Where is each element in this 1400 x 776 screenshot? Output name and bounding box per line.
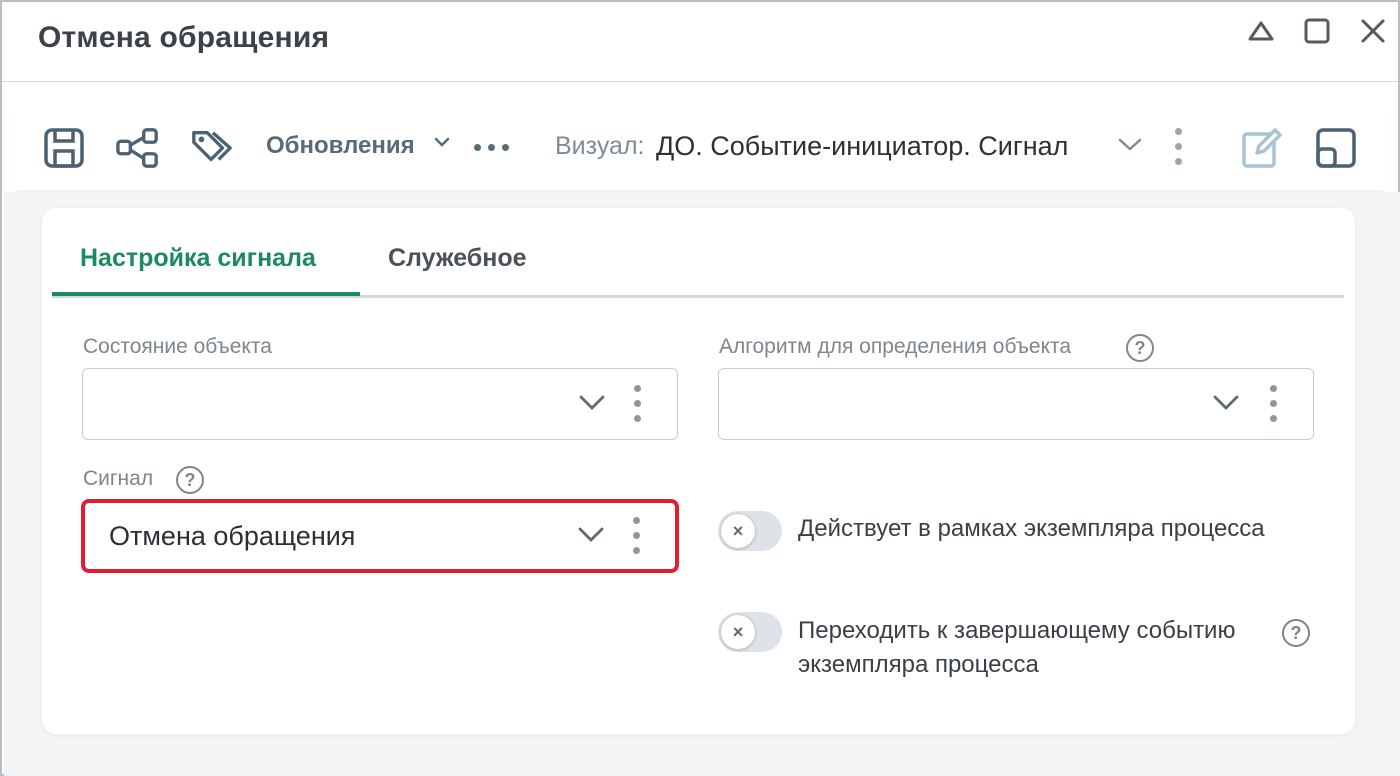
object-state-label: Состояние объекта (83, 335, 272, 358)
field-menu-icon[interactable] (1270, 385, 1277, 422)
edit-icon[interactable] (1240, 126, 1284, 170)
chevron-down-icon (434, 137, 450, 147)
maximize-icon[interactable] (1300, 14, 1334, 48)
tab-signal-settings[interactable]: Настройка сигнала (80, 244, 316, 273)
tags-icon[interactable] (190, 126, 234, 170)
collapse-icon[interactable] (1244, 14, 1278, 48)
algorithm-select[interactable] (718, 368, 1314, 440)
field-menu-icon[interactable] (634, 385, 641, 422)
help-icon[interactable]: ? (176, 466, 204, 494)
close-icon[interactable] (1356, 14, 1390, 48)
title-bar: Отмена обращения (2, 2, 1398, 82)
final-event-toggle-label-line1: Переходить к завершающему событию (798, 617, 1236, 644)
toolbar: Обновления Визуал: ДО. Событие-инициатор… (12, 102, 1388, 190)
signal-label: Сигнал (83, 467, 154, 490)
algorithm-label: Алгоритм для определения объекта (719, 335, 1072, 358)
visual-selector[interactable]: ДО. Событие-инициатор. Сигнал (656, 131, 1068, 162)
visual-label: Визуал: (555, 132, 645, 160)
chevron-down-icon[interactable] (1213, 395, 1239, 411)
help-icon[interactable]: ? (1282, 619, 1310, 647)
tab-bar: Настройка сигнала Служебное (52, 236, 1344, 298)
object-state-select[interactable] (82, 368, 678, 440)
kebab-menu-icon[interactable] (1175, 128, 1182, 165)
active-tab-indicator (52, 292, 360, 296)
process-instance-toggle-label: Действует в рамках экземпляра процесса (798, 515, 1265, 542)
share-icon[interactable] (116, 126, 160, 170)
final-event-toggle-label-line2: экземпляра процесса (798, 651, 1039, 678)
toggle-off-icon: × (720, 513, 756, 549)
tab-service[interactable]: Служебное (388, 244, 527, 273)
toggle-off-icon: × (720, 614, 756, 650)
chevron-down-icon[interactable] (1118, 138, 1142, 152)
save-icon[interactable] (42, 126, 86, 170)
process-instance-toggle[interactable]: × (718, 511, 782, 551)
dialog-title: Отмена обращения (38, 21, 330, 54)
final-event-toggle[interactable]: × (718, 612, 782, 652)
more-horizontal-icon[interactable] (474, 144, 509, 151)
help-icon[interactable]: ? (1126, 334, 1154, 362)
layout-icon[interactable] (1314, 126, 1358, 170)
updates-menu[interactable]: Обновления (266, 132, 415, 160)
chevron-down-icon[interactable] (579, 395, 605, 411)
signal-highlight-frame (81, 499, 679, 573)
